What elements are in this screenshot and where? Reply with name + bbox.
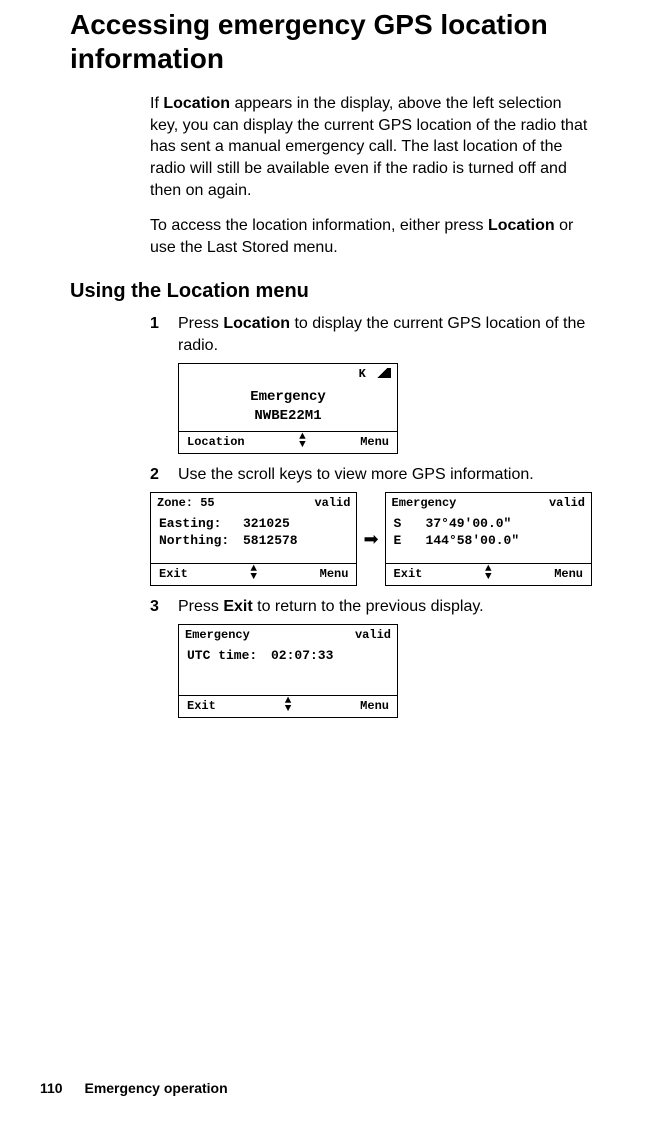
softkey-menu[interactable]: Menu (320, 566, 349, 582)
step-3-number: 3 (150, 596, 159, 618)
section-name: Emergency operation (84, 1080, 227, 1096)
step-1-pre: Press (178, 315, 223, 332)
screen-main: K Emergency NWBE22M1 Location ▲▼ Menu (178, 363, 398, 455)
northing-value: 5812578 (243, 532, 298, 550)
northing-label: Northing: (159, 532, 231, 550)
softkey-location[interactable]: Location (187, 434, 245, 450)
utc-header-left: Emergency (185, 627, 250, 643)
intro-text-pre: If (150, 95, 163, 112)
lat-dir: S (394, 515, 406, 533)
step-2-text: Use the scroll keys to view more GPS inf… (178, 466, 534, 483)
scroll-updown-icon[interactable]: ▲▼ (285, 698, 292, 713)
page-number: 110 (40, 1080, 63, 1096)
lon-dir: E (394, 532, 406, 550)
lat-value: 37°49'00.0" (426, 515, 512, 533)
arrow-right-icon: ➡ (363, 527, 378, 551)
status-letter: K (359, 367, 366, 381)
utc-label: UTC time: (187, 647, 259, 665)
intro-paragraph-2: To access the location information, eith… (150, 215, 592, 258)
softkey-exit[interactable]: Exit (159, 566, 188, 582)
lon-value: 144°58'00.0" (426, 532, 520, 550)
intro2-pre: To access the location information, eith… (150, 217, 488, 234)
scroll-updown-icon[interactable]: ▲▼ (485, 566, 492, 581)
softkey-menu[interactable]: Menu (360, 434, 389, 450)
step-3: 3 Press Exit to return to the previous d… (150, 596, 592, 718)
easting-label: Easting: (159, 515, 231, 533)
step-1-bold: Location (223, 315, 290, 332)
latlon-header-right: valid (549, 495, 585, 511)
latlon-header-left: Emergency (392, 495, 457, 511)
screen-zone: Zone: 55 valid Easting: 321025 Northing:… (150, 492, 357, 586)
intro2-bold: Location (488, 217, 555, 234)
step-1-number: 1 (150, 313, 159, 335)
intro-paragraph-1: If Location appears in the display, abov… (150, 93, 592, 201)
utc-header-right: valid (355, 627, 391, 643)
softkey-menu[interactable]: Menu (554, 566, 583, 582)
step-3-bold: Exit (223, 598, 252, 615)
easting-value: 321025 (243, 515, 290, 533)
utc-value: 02:07:33 (271, 647, 333, 665)
softkey-exit[interactable]: Exit (394, 566, 423, 582)
zone-header-left: Zone: 55 (157, 495, 215, 511)
step-1: 1 Press Location to display the current … (150, 313, 592, 454)
main-line1: Emergency (179, 388, 397, 408)
scroll-updown-icon[interactable]: ▲▼ (299, 434, 306, 449)
step-2: 2 Use the scroll keys to view more GPS i… (150, 464, 592, 586)
scroll-updown-icon[interactable]: ▲▼ (250, 566, 257, 581)
subheading: Using the Location menu (70, 280, 592, 303)
page-footer: 110 Emergency operation (40, 1080, 228, 1096)
intro-text-bold: Location (163, 95, 230, 112)
screen-utc: Emergency valid UTC time: 02:07:33 Exit … (178, 624, 398, 718)
step-3-post: to return to the previous display. (253, 598, 484, 615)
screen-latlon: Emergency valid S 37°49'00.0" E 144°58'0… (385, 492, 592, 586)
softkey-menu[interactable]: Menu (360, 698, 389, 714)
page-title: Accessing emergency GPS location informa… (70, 8, 592, 75)
zone-header-right: valid (314, 495, 350, 511)
step-2-number: 2 (150, 464, 159, 486)
softkey-exit[interactable]: Exit (187, 698, 216, 714)
step-3-pre: Press (178, 598, 223, 615)
main-line2: NWBE22M1 (179, 407, 397, 427)
signal-icon (373, 368, 391, 378)
